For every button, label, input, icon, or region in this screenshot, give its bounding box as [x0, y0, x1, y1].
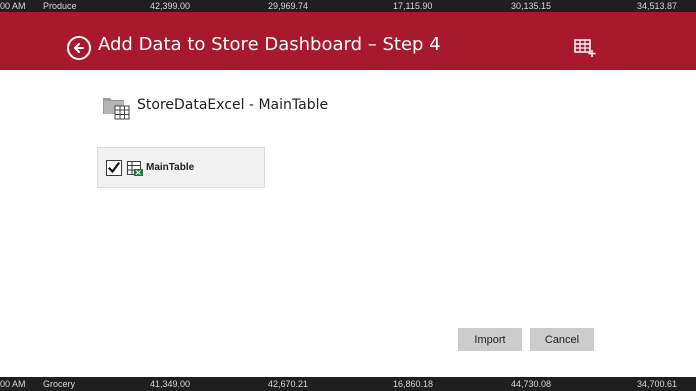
bg-cell-value: 34,700.61: [637, 379, 678, 389]
bg-cell-category: Produce: [43, 1, 77, 11]
back-arrow-icon: [74, 43, 84, 53]
table-list-item[interactable]: MainTable: [97, 147, 265, 188]
table-name-label: MainTable: [146, 162, 195, 173]
bg-cell-value: 42,670.21: [268, 379, 309, 389]
import-button[interactable]: Import: [458, 328, 522, 351]
table-checkbox[interactable]: [106, 160, 122, 176]
page-title: Add Data to Store Dashboard – Step 4: [98, 34, 441, 55]
add-table-icon[interactable]: [574, 38, 596, 58]
bg-cell-time: 00 AM: [0, 1, 26, 11]
checkmark-icon: [107, 161, 121, 174]
background-data-row-top: 00 AM Produce 42,399.00 29,969.74 17,115…: [0, 0, 696, 12]
bg-cell-value: 30,135.15: [511, 1, 552, 11]
bg-cell-category: Grocery: [43, 379, 76, 389]
bg-cell-value: 16,860.18: [393, 379, 434, 389]
bg-cell-value: 42,399.00: [150, 1, 191, 11]
cancel-button[interactable]: Cancel: [530, 328, 594, 351]
bg-cell-value: 34,513.87: [637, 1, 678, 11]
import-dialog: Add Data to Store Dashboard – Step 4 Sto…: [0, 12, 696, 377]
bg-cell-value: 17,115.90: [393, 1, 433, 11]
background-data-row-bottom: 00 AM Grocery 41,349.00 42,670.21 16,860…: [0, 377, 696, 391]
bg-cell-value: 29,969.74: [268, 1, 309, 11]
data-source-title: StoreDataExcel - MainTable: [137, 97, 329, 113]
folder-table-icon: [103, 98, 130, 120]
bg-cell-time: 00 AM: [0, 379, 26, 389]
back-button[interactable]: [67, 36, 91, 60]
bg-cell-value: 44,730.08: [511, 379, 552, 389]
bg-cell-value: 41,349.00: [150, 379, 191, 389]
excel-table-icon: [127, 161, 143, 176]
dialog-header: Add Data to Store Dashboard – Step 4: [0, 12, 696, 70]
